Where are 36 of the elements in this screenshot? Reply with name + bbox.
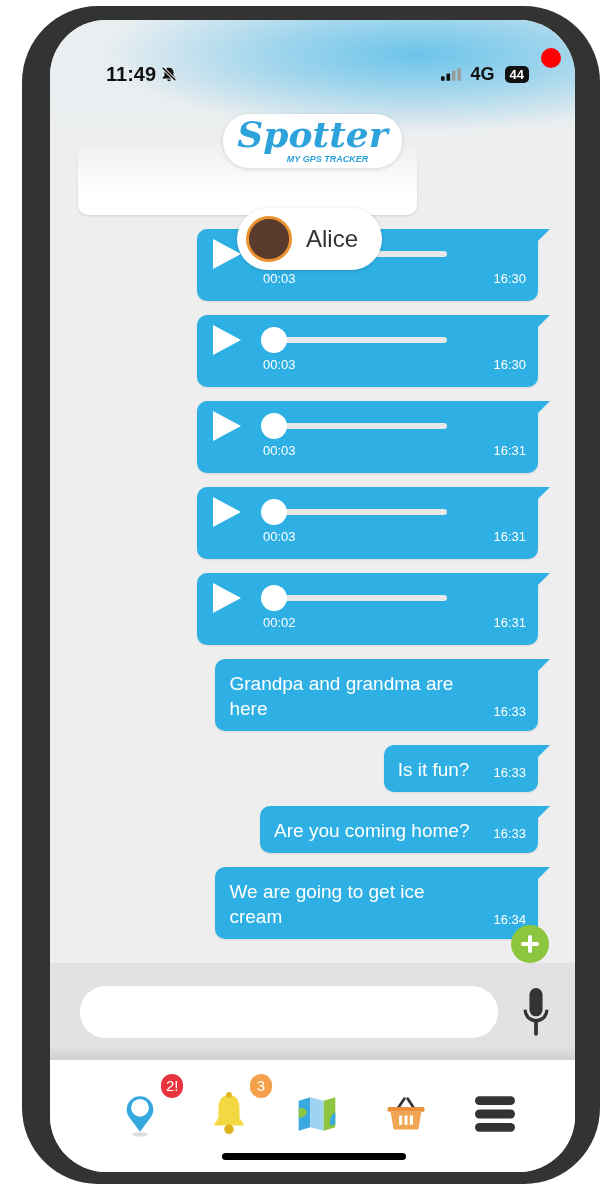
- message-text: Are you coming home?: [274, 819, 470, 843]
- signal-icon: [440, 67, 461, 81]
- audio-duration: 00:03: [263, 443, 297, 458]
- message-time: 16:30: [493, 271, 526, 286]
- message-time: 16:34: [493, 912, 526, 927]
- audio-duration: 00:02: [263, 615, 297, 630]
- play-icon[interactable]: [213, 239, 241, 269]
- avatar: [246, 216, 292, 262]
- network-type: 4G: [470, 63, 495, 85]
- message-time: 16:31: [493, 615, 526, 630]
- message-input[interactable]: [80, 985, 498, 1038]
- notification-badge: 3: [249, 1074, 272, 1098]
- audio-duration: 00:03: [263, 357, 297, 372]
- audio-duration: 00:03: [263, 271, 297, 286]
- message-text: Grandpa and grandma are here: [229, 672, 455, 721]
- message-time: 16:31: [493, 529, 526, 544]
- battery-level: 44: [504, 65, 529, 83]
- message-text: Is it fun?: [397, 758, 470, 782]
- message-text: We are going to get ice cream: [229, 880, 426, 929]
- play-icon[interactable]: [213, 497, 241, 527]
- plus-icon: [520, 934, 540, 954]
- notification-badge: 2!: [161, 1074, 184, 1098]
- app-logo: Spotter MY GPS TRACKER: [223, 114, 402, 168]
- play-icon[interactable]: [213, 411, 241, 441]
- contact-tooltip[interactable]: Alice: [237, 208, 383, 270]
- status-time: 11:49: [106, 62, 157, 86]
- message-time: 16:33: [493, 704, 526, 719]
- microphone-icon[interactable]: [522, 987, 550, 1036]
- message-time: 16:33: [493, 826, 526, 841]
- message-time: 16:31: [493, 443, 526, 458]
- audio-duration: 00:03: [263, 529, 297, 544]
- add-button[interactable]: [511, 925, 549, 963]
- message-time: 16:30: [493, 357, 526, 372]
- play-icon[interactable]: [213, 325, 241, 355]
- message-time: 16:33: [493, 765, 526, 780]
- play-icon[interactable]: [213, 583, 241, 613]
